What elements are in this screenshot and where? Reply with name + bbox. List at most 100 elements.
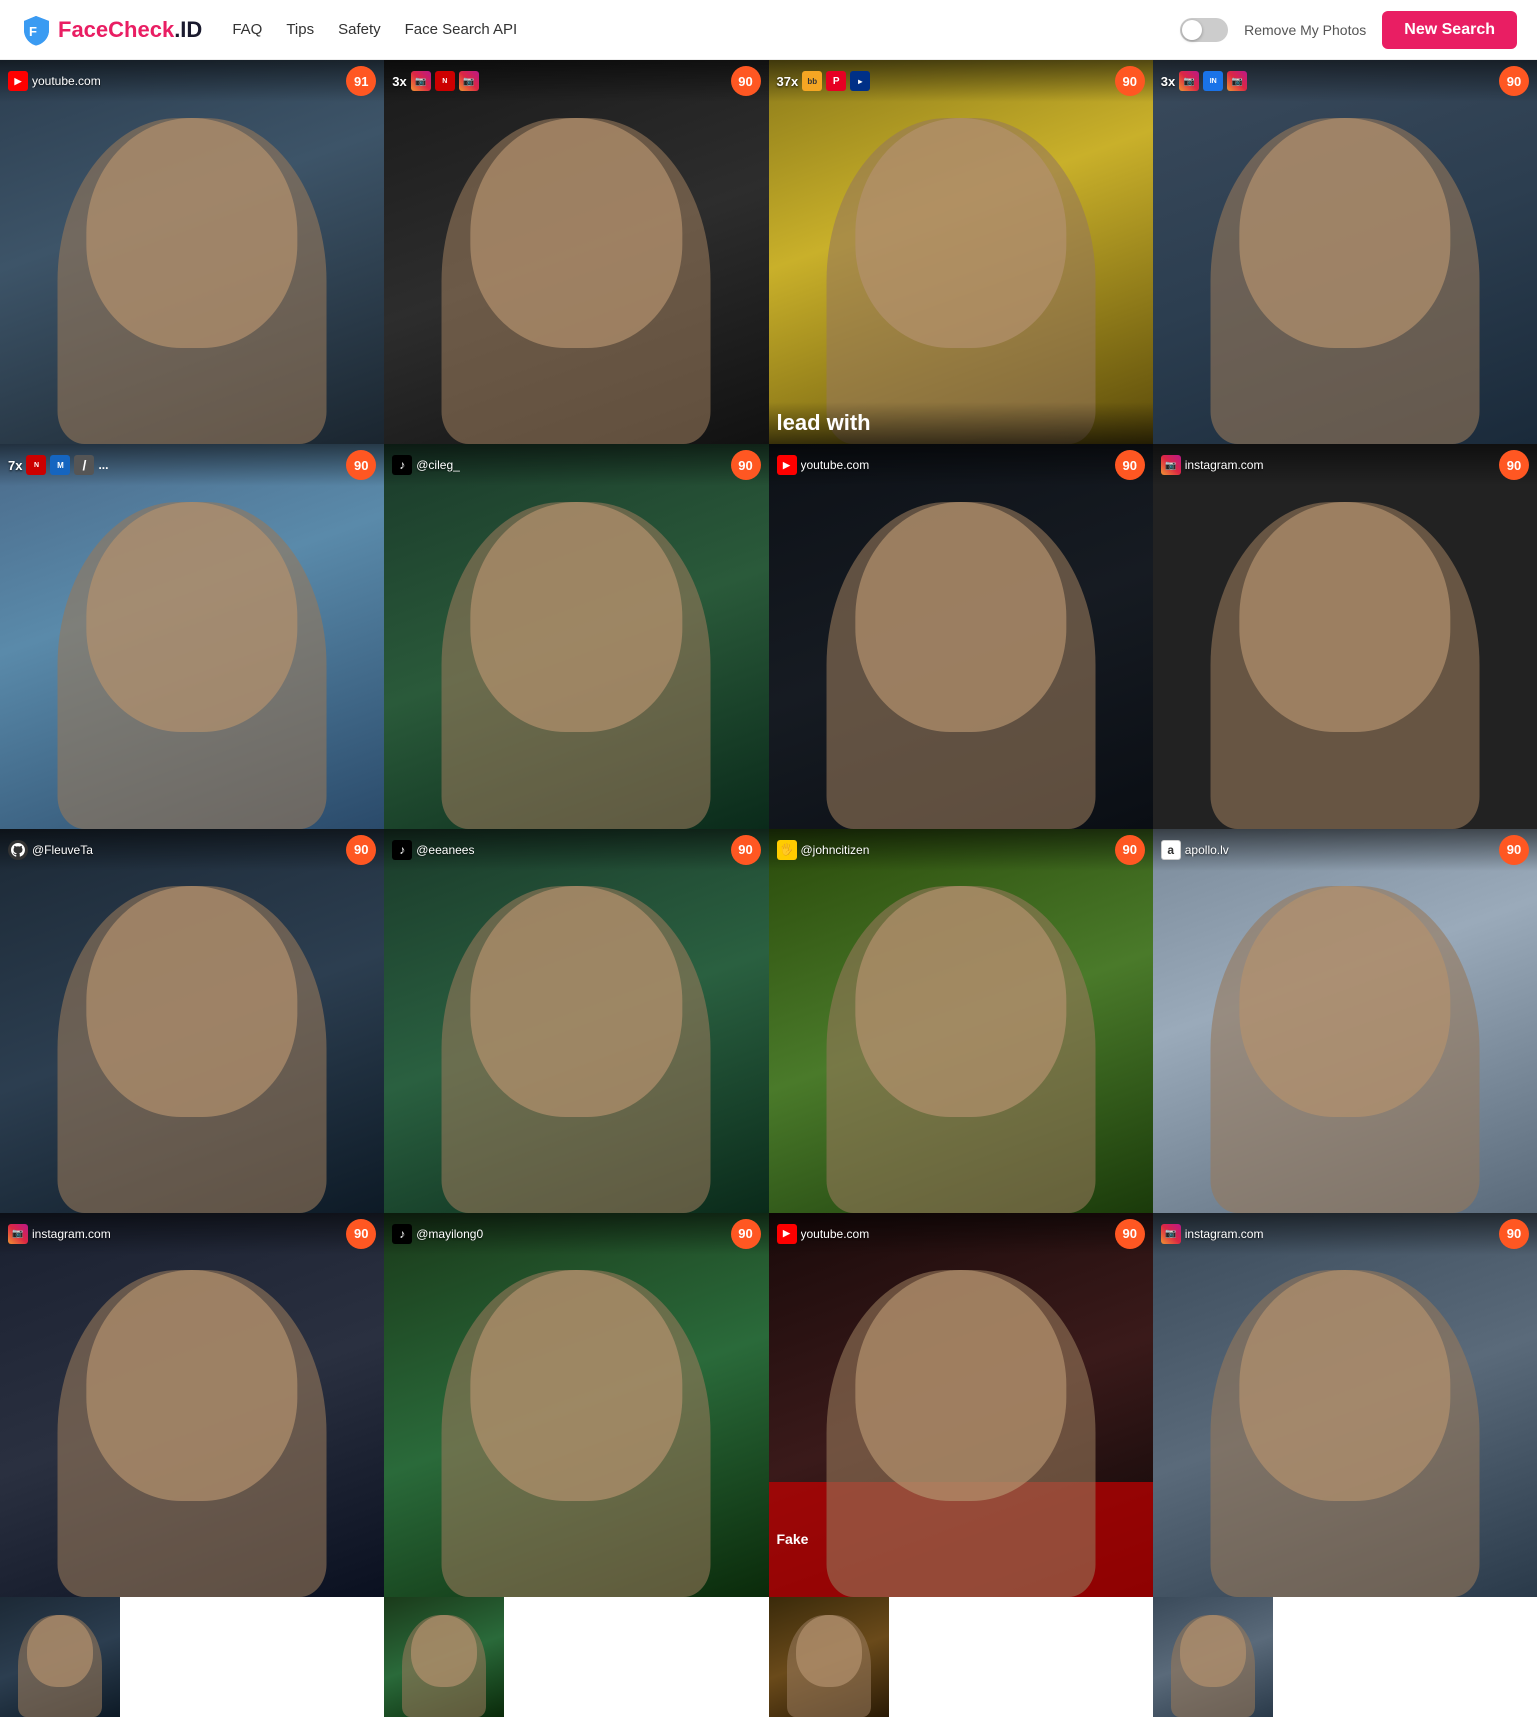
result-cell[interactable]: Fake ▶ youtube.com 90 [769, 1213, 1153, 1597]
result-cell[interactable]: 3x 📷 N 📷 90 [384, 60, 768, 444]
cell-top-bar: ♪ @mayilong0 90 [384, 1213, 768, 1255]
face-image [1153, 60, 1537, 444]
cell-top-bar: ▶ youtube.com 90 [769, 1213, 1153, 1255]
cell-top-bar: 7x N M / ... 90 [0, 444, 384, 486]
face-image [0, 829, 384, 1213]
result-cell[interactable]: a apollo.lv 90 [1153, 829, 1537, 1213]
logo-link[interactable]: F FaceCheck.ID [20, 14, 202, 46]
source-label: youtube.com [32, 74, 101, 88]
cell-top-bar: ▶ youtube.com 90 [769, 444, 1153, 486]
nav-safety[interactable]: Safety [338, 21, 381, 38]
source-count: 37x [777, 74, 799, 89]
result-cell[interactable]: ♪ @eeanees 90 [384, 829, 768, 1213]
face-image [384, 60, 768, 444]
result-cell[interactable]: 📷 instagram.com 90 [0, 1213, 384, 1597]
new-search-button[interactable]: New Search [1382, 11, 1517, 49]
source-label: @cileg_ [416, 458, 460, 472]
source-label: youtube.com [801, 458, 870, 472]
mc-icon: M [50, 455, 70, 475]
cell-top-bar: 📷 instagram.com 90 [1153, 444, 1537, 486]
nav-api[interactable]: Face Search API [405, 21, 518, 38]
result-cell[interactable]: 📷 instagram.com 90 [1153, 444, 1537, 828]
result-cell[interactable]: 📷 instagram.com 90 [1153, 1213, 1537, 1597]
instagram-icon: 📷 [1161, 1224, 1181, 1244]
source-info: 3x 📷 IN 📷 [1161, 71, 1247, 91]
result-cell[interactable]: @FleuveTa 90 [0, 829, 384, 1213]
source-label: instagram.com [1185, 1227, 1264, 1241]
source-info: ♪ @eeanees [392, 840, 474, 860]
source-label: @FleuveTa [32, 843, 93, 857]
cell-top-bar: @FleuveTa 90 [0, 829, 384, 871]
source-info: 7x N M / ... [8, 455, 108, 475]
joinchat-icon: 🖐 [777, 840, 797, 860]
dots-label: ... [98, 458, 108, 472]
tiktok-icon: ♪ [392, 1224, 412, 1244]
nav-tips[interactable]: Tips [286, 21, 314, 38]
face-image [384, 444, 768, 828]
result-cell[interactable]: 🖐 @johncitizen 90 [769, 829, 1153, 1213]
source-label: apollo.lv [1185, 843, 1229, 857]
result-cell-partial[interactable] [384, 1597, 504, 1717]
result-cell[interactable]: 7x N M / ... 90 [0, 444, 384, 828]
instagram-icon: 📷 [1161, 455, 1181, 475]
toggle-container [1180, 18, 1228, 42]
result-cell-partial[interactable] [0, 1597, 120, 1717]
source-info: @FleuveTa [8, 840, 93, 860]
score-badge: 90 [346, 1219, 376, 1249]
result-cell[interactable]: 37x bb P ▸ 90 lead with [769, 60, 1153, 444]
face-image-partial [769, 1597, 889, 1717]
source-info: 📷 instagram.com [8, 1224, 111, 1244]
result-cell[interactable]: 3x 📷 IN 📷 90 [1153, 60, 1537, 444]
source-info: ▶ youtube.com [777, 455, 870, 475]
apollo-icon: a [1161, 840, 1181, 860]
source-label: @mayilong0 [416, 1227, 483, 1241]
result-cell[interactable]: ♪ @cileg_ 90 [384, 444, 768, 828]
face-image [384, 829, 768, 1213]
youtube-icon: ▶ [777, 455, 797, 475]
svg-text:F: F [29, 24, 37, 39]
result-cell[interactable]: ▶ youtube.com 91 [0, 60, 384, 444]
face-image [0, 60, 384, 444]
score-badge: 90 [1499, 835, 1529, 865]
score-badge: 90 [731, 835, 761, 865]
result-cell[interactable]: ▶ youtube.com 90 [769, 444, 1153, 828]
score-badge: 90 [1115, 835, 1145, 865]
result-cell-partial[interactable] [1153, 1597, 1273, 1717]
face-image-partial [1153, 1597, 1273, 1717]
source-count: 3x [1161, 74, 1175, 89]
source-label: youtube.com [801, 1227, 870, 1241]
tiktok-icon: ♪ [392, 840, 412, 860]
cell-top-bar: 37x bb P ▸ 90 [769, 60, 1153, 102]
score-badge: 90 [1499, 1219, 1529, 1249]
score-badge: 90 [1499, 450, 1529, 480]
score-badge: 90 [346, 835, 376, 865]
instagram-icon: 📷 [1179, 71, 1199, 91]
toggle-knob [1182, 20, 1202, 40]
tiktok-icon: ♪ [392, 455, 412, 475]
ba-icon: ▸ [850, 71, 870, 91]
instagram-icon: 📷 [8, 1224, 28, 1244]
nav-faq[interactable]: FAQ [232, 21, 262, 38]
result-cell-partial[interactable] [769, 1597, 889, 1717]
face-image [769, 829, 1153, 1213]
face-image-partial [0, 1597, 120, 1717]
result-cell[interactable]: ♪ @mayilong0 90 [384, 1213, 768, 1597]
cell-top-bar: ♪ @eeanees 90 [384, 829, 768, 871]
source-info: 📷 instagram.com [1161, 1224, 1264, 1244]
face-image [0, 444, 384, 828]
logo-domain: .ID [174, 17, 202, 42]
bb-icon: bb [802, 71, 822, 91]
header-right: Remove My Photos New Search [1180, 11, 1517, 49]
score-badge: 90 [1499, 66, 1529, 96]
face-image [0, 1213, 384, 1597]
face-image [769, 60, 1153, 444]
face-image [1153, 829, 1537, 1213]
cell-top-bar: 🖐 @johncitizen 90 [769, 829, 1153, 871]
score-badge: 90 [731, 450, 761, 480]
source-count: 7x [8, 458, 22, 473]
toggle-switch[interactable] [1180, 18, 1228, 42]
instagram-icon-2: 📷 [1227, 71, 1247, 91]
remove-photos-link[interactable]: Remove My Photos [1244, 22, 1366, 38]
instagram-icon-2: 📷 [459, 71, 479, 91]
score-badge: 90 [1115, 1219, 1145, 1249]
